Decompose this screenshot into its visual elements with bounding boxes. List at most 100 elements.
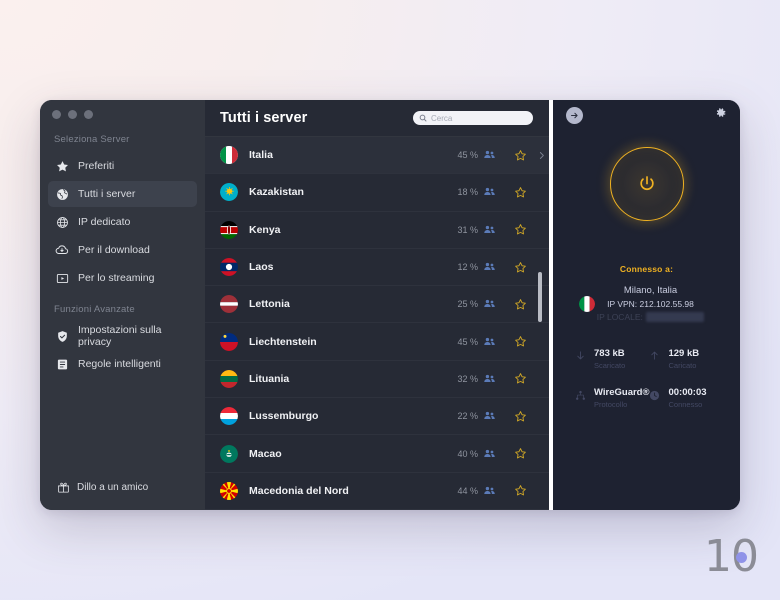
sidebar-section-advanced: Funzioni Avanzate: [54, 304, 135, 315]
server-name: Kenya: [249, 223, 281, 236]
people-icon: [484, 333, 495, 351]
gear-icon[interactable]: [715, 106, 727, 124]
sidebar-item-regole-intelligenti[interactable]: Regole intelligenti: [48, 351, 197, 377]
brand-watermark-dot: [736, 552, 747, 563]
server-load: 40 %: [457, 448, 478, 459]
server-list-panel: Tutti i server Cerca Italia 45 % Kazakis…: [205, 100, 553, 510]
page-title: Tutti i server: [220, 110, 308, 126]
search-placeholder: Cerca: [431, 113, 453, 123]
window-traffic-lights[interactable]: [52, 110, 93, 119]
table-row[interactable]: Lussemburgo 22 %: [205, 398, 549, 436]
sidebar-item-tutti-i-server[interactable]: Tutti i server: [48, 181, 197, 207]
sidebar-item-label: Per il download: [78, 244, 150, 256]
server-load: 22 %: [457, 411, 478, 422]
power-button[interactable]: [609, 147, 684, 221]
table-row[interactable]: Lituania 32 %: [205, 361, 549, 399]
people-icon: [484, 295, 495, 313]
flag-latvia: [220, 295, 238, 314]
table-row[interactable]: Kazakistan 18 %: [205, 174, 549, 212]
server-load: 12 %: [457, 262, 478, 273]
sidebar: Seleziona Server Preferiti Tutti i serve…: [40, 100, 205, 510]
connection-panel-toolbar: [553, 100, 740, 130]
stat-label: Connesso: [668, 400, 703, 409]
favorite-star-button[interactable]: [507, 372, 533, 385]
collapse-arrow-icon[interactable]: [566, 106, 583, 124]
people-icon: [484, 183, 495, 201]
sidebar-item-label: Regole intelligenti: [78, 358, 161, 370]
favorite-star-button[interactable]: [507, 298, 533, 311]
flag-laos: [220, 258, 238, 277]
people-icon: [484, 370, 495, 388]
chevron-right-icon[interactable]: [533, 151, 549, 160]
globe-grid-icon: [55, 215, 69, 229]
favorite-star-button[interactable]: [507, 149, 533, 162]
stat-value: 129 kB: [668, 348, 700, 359]
favorite-star-button[interactable]: [507, 484, 533, 497]
table-row[interactable]: Laos 12 %: [205, 249, 549, 287]
app-window: Seleziona Server Preferiti Tutti i serve…: [40, 100, 740, 510]
sidebar-item-dillo-a-un-amico[interactable]: Dillo a un amico: [40, 480, 205, 510]
rules-icon: [55, 357, 69, 371]
server-name: Italia: [249, 149, 273, 162]
flag-liechtenstein: [220, 332, 238, 351]
favorite-star-button[interactable]: [507, 223, 533, 236]
sidebar-item-preferiti[interactable]: Preferiti: [48, 153, 197, 179]
favorite-star-button[interactable]: [507, 447, 533, 460]
power-button-glow: [598, 136, 695, 232]
clock-icon: [649, 388, 661, 406]
stat-label: Caricato: [668, 361, 697, 370]
gift-icon: [56, 480, 70, 494]
vpn-ip: IP VPN: 212.102.55.98: [607, 299, 694, 309]
flag-north-macedonia: [220, 481, 238, 500]
sidebar-item-label: Tutti i server: [78, 188, 136, 200]
favorite-star-button[interactable]: [507, 335, 533, 348]
search-icon: [419, 109, 427, 127]
stat-value: 00:00:03: [668, 387, 707, 398]
table-row[interactable]: Italia 45 %: [205, 137, 549, 175]
globe-filled-icon: [55, 187, 69, 201]
flag-kazakhstan: [220, 183, 238, 202]
stat-label: Scaricato: [594, 361, 626, 370]
server-load: 44 %: [457, 485, 478, 496]
star-icon: [55, 159, 69, 173]
stat-downloaded: 783 kB Scaricato: [575, 348, 649, 370]
favorite-star-button[interactable]: [507, 186, 533, 199]
table-row[interactable]: Liechtenstein 45 %: [205, 323, 549, 361]
server-load: 31 %: [457, 224, 478, 235]
local-ip-row: IP LOCALE: 192.168.1.100: [587, 312, 714, 322]
connected-city: Milano, Italia: [623, 285, 678, 296]
people-icon: [484, 258, 495, 276]
table-row[interactable]: Macedonia del Nord 44 %: [205, 473, 549, 510]
sidebar-footer-label: Dillo a un amico: [77, 481, 149, 493]
local-ip-label: IP LOCALE:: [596, 312, 643, 322]
server-list-header: Tutti i server Cerca: [205, 100, 549, 137]
favorite-star-button[interactable]: [507, 261, 533, 274]
people-icon: [484, 146, 495, 164]
local-ip-value: 192.168.1.100: [645, 312, 705, 322]
sidebar-item-impostazioni-privacy[interactable]: Impostazioni sulla privacy: [48, 323, 197, 349]
shield-check-icon: [55, 329, 69, 343]
server-name: Laos: [249, 261, 274, 274]
stat-value: WireGuard®: [594, 387, 650, 398]
sidebar-item-ip-dedicato[interactable]: IP dedicato: [48, 209, 197, 235]
favorite-star-button[interactable]: [507, 410, 533, 423]
people-icon: [484, 482, 495, 500]
table-row[interactable]: Macao 40 %: [205, 435, 549, 473]
sidebar-item-per-il-download[interactable]: Per il download: [48, 237, 197, 263]
list-scrollbar[interactable]: [538, 272, 542, 322]
flag-kenya: [220, 220, 238, 239]
sidebar-item-per-lo-streaming[interactable]: Per lo streaming: [48, 265, 197, 291]
close-button[interactable]: [52, 110, 61, 119]
cloud-download-icon: [55, 243, 69, 257]
stat-protocol: WireGuard® Protocollo: [575, 387, 649, 409]
sidebar-item-label: IP dedicato: [78, 216, 131, 228]
connection-stats: 783 kB Scaricato 129 kB Caricato WireGua…: [553, 348, 740, 409]
connection-panel: Connesso a: Milano, Italia IP VPN: 212.1…: [553, 100, 740, 510]
minimize-button[interactable]: [68, 110, 77, 119]
table-row[interactable]: Lettonia 25 %: [205, 286, 549, 324]
stat-text: WireGuard® Protocollo: [594, 387, 649, 409]
search-input[interactable]: Cerca: [413, 111, 533, 125]
maximize-button[interactable]: [84, 110, 93, 119]
table-row[interactable]: Kenya 31 %: [205, 212, 549, 249]
